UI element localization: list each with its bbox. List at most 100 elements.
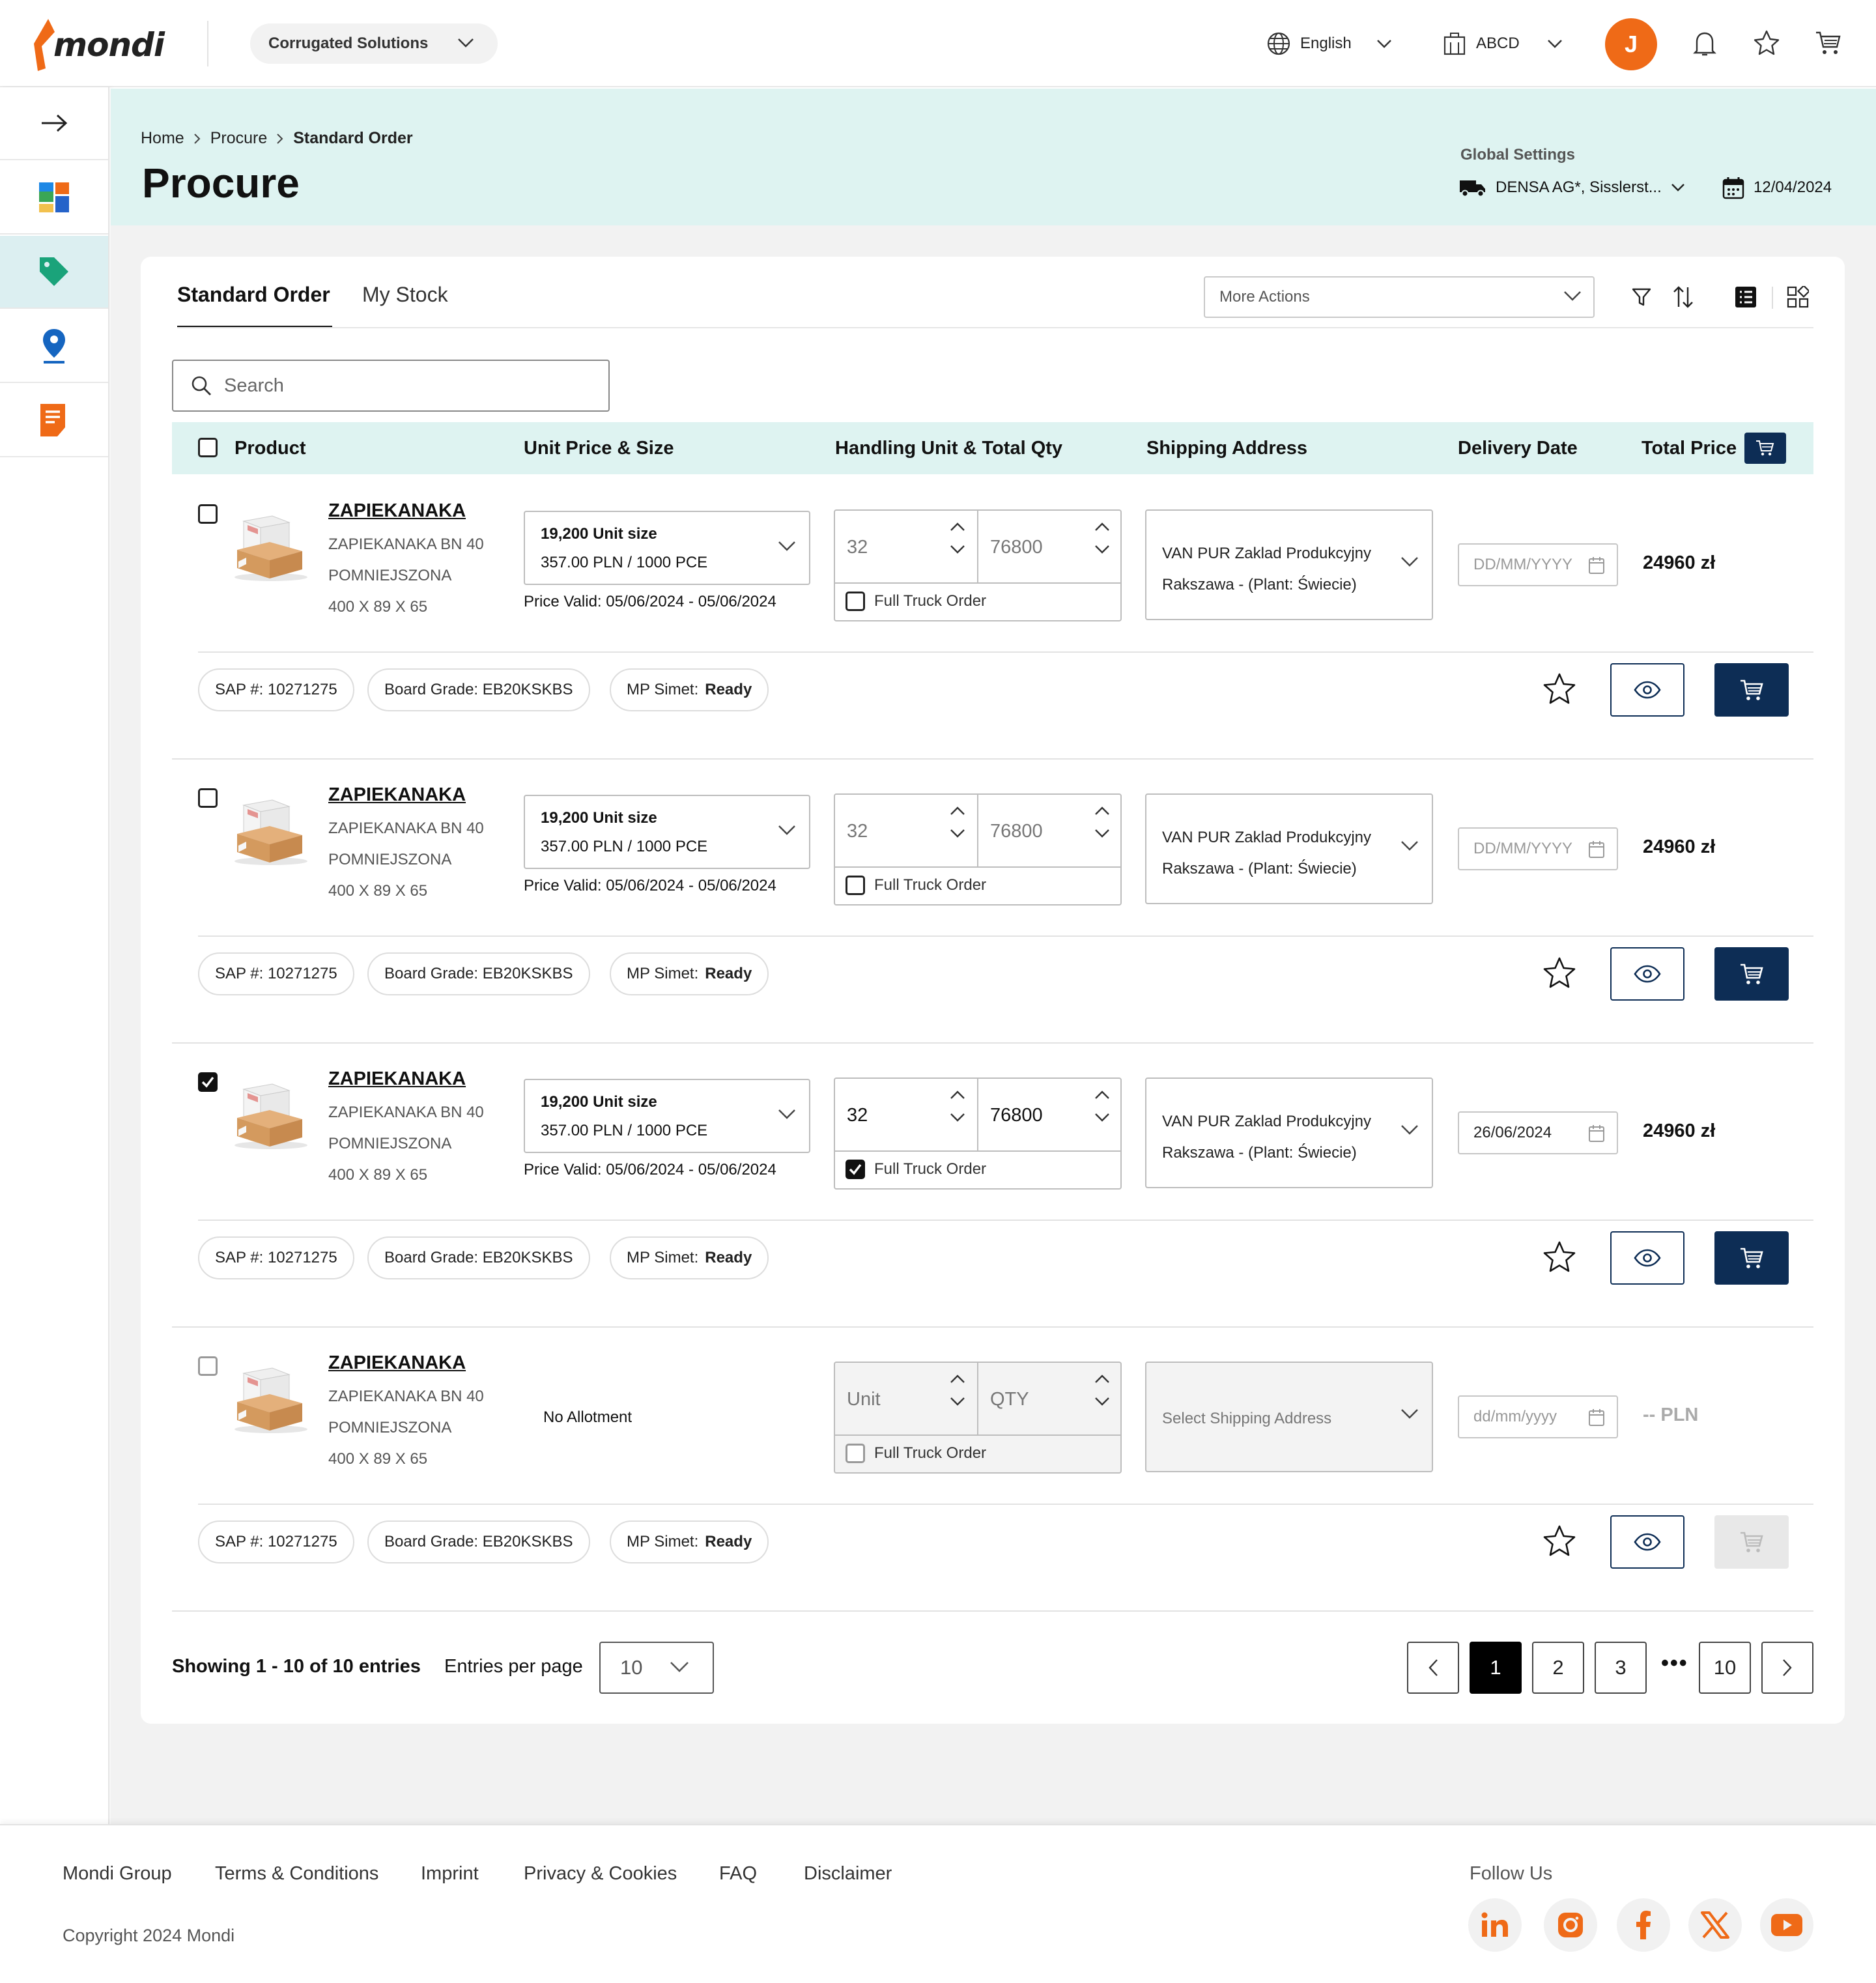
sidebar-item-locations[interactable] [0,310,108,383]
row-checkbox[interactable] [198,788,218,808]
stepper-arrows[interactable] [1094,806,1110,838]
sidebar-item-dashboard[interactable] [0,162,108,235]
footer-link-mondi-group[interactable]: Mondi Group [63,1863,172,1885]
entries-per-page-select[interactable]: 10 [599,1642,714,1694]
row-checkbox[interactable] [198,1072,218,1092]
delivery-date-input[interactable]: DD/MM/YYYY [1458,827,1618,870]
footer-link-disclaimer[interactable]: Disclaimer [804,1863,892,1885]
footer-link-imprint[interactable]: Imprint [421,1863,479,1885]
favorite-button[interactable] [1540,1522,1579,1561]
chevron-down-icon[interactable] [950,829,965,838]
handling-unit-stepper[interactable]: Unit [835,1363,978,1436]
sidebar-item-expand[interactable] [0,87,108,160]
select-all-checkbox[interactable] [198,438,218,457]
view-details-button[interactable] [1610,1515,1684,1569]
next-page-button[interactable] [1761,1642,1813,1694]
cart-icon[interactable] [1815,30,1842,56]
chevron-down-icon[interactable] [1094,545,1110,554]
chevron-up-icon[interactable] [950,1375,965,1384]
tab-standard-order[interactable]: Standard Order [177,283,332,328]
view-details-button[interactable] [1610,663,1684,717]
bell-icon[interactable] [1692,30,1717,57]
total-qty-stepper[interactable]: 76800 [978,795,1122,868]
shipping-address-select[interactable]: Select Shipping Address [1145,1362,1433,1472]
chevron-down-icon[interactable] [1094,1113,1110,1122]
product-name-link[interactable]: ZAPIEKANAKA [328,1068,466,1090]
chevron-up-icon[interactable] [950,1091,965,1100]
page-button[interactable]: 3 [1595,1642,1647,1694]
shipping-address-select[interactable]: VAN PUR Zaklad Produkcyjny Rakszawa - (P… [1145,793,1433,904]
more-actions-select[interactable]: More Actions [1204,276,1595,318]
filter-button[interactable] [1626,281,1657,313]
unit-price-select[interactable]: 19,200 Unit size 357.00 PLN / 1000 PCE [524,795,810,869]
favorite-button[interactable] [1540,1238,1579,1277]
business-unit-select[interactable]: Corrugated Solutions [250,23,498,64]
full-truck-order-option[interactable]: Full Truck Order [846,876,986,895]
full-truck-order-option[interactable]: Full Truck Order [846,592,986,611]
stepper-arrows[interactable] [950,806,965,838]
add-to-cart-button[interactable] [1714,947,1789,1001]
chevron-down-icon[interactable] [950,1397,965,1406]
chevron-up-icon[interactable] [950,522,965,532]
stepper-arrows[interactable] [950,1375,965,1406]
product-name-link[interactable]: ZAPIEKANAKA [328,784,466,806]
view-details-button[interactable] [1610,947,1684,1001]
mondi-logo[interactable]: mondi [29,16,165,74]
star-icon[interactable] [1752,29,1781,57]
stepper-arrows[interactable] [950,1091,965,1122]
shipping-address-select[interactable]: VAN PUR Zaklad Produkcyjny Rakszawa - (P… [1145,1077,1433,1188]
full-truck-checkbox[interactable] [846,592,865,611]
search-input[interactable]: Search [172,360,610,412]
avatar[interactable]: J [1605,18,1657,70]
view-details-button[interactable] [1610,1231,1684,1285]
sidebar-item-procure[interactable] [0,236,108,309]
add-to-cart-button[interactable] [1714,1515,1789,1569]
total-qty-stepper[interactable]: 76800 [978,511,1122,584]
unit-price-select[interactable]: 19,200 Unit size 357.00 PLN / 1000 PCE [524,1079,810,1153]
chevron-up-icon[interactable] [950,806,965,816]
language-select[interactable]: English [1266,29,1392,59]
breadcrumb-home[interactable]: Home [141,129,184,148]
handling-unit-stepper[interactable]: 32 [835,1079,978,1152]
page-button[interactable]: 1 [1470,1642,1522,1694]
list-view-button[interactable] [1730,281,1761,313]
full-truck-checkbox[interactable] [846,876,865,895]
chevron-down-icon[interactable] [1094,829,1110,838]
add-to-cart-button[interactable] [1714,663,1789,717]
global-date-picker[interactable]: 12/04/2024 [1722,175,1832,201]
row-checkbox[interactable] [198,1356,218,1376]
prev-page-button[interactable] [1407,1642,1459,1694]
facebook-link[interactable] [1617,1898,1670,1952]
linkedin-link[interactable] [1468,1898,1522,1952]
company-select[interactable]: ABCD [1442,29,1563,59]
chevron-up-icon[interactable] [1094,1375,1110,1384]
handling-unit-stepper[interactable]: 32 [835,511,978,584]
stepper-arrows[interactable] [1094,1375,1110,1406]
x-link[interactable] [1688,1898,1742,1952]
add-all-to-cart-button[interactable] [1744,433,1786,464]
instagram-link[interactable] [1544,1898,1597,1952]
stepper-arrows[interactable] [1094,522,1110,554]
sidebar-item-documents[interactable] [0,384,108,457]
delivery-date-input[interactable]: 26/06/2024 [1458,1111,1618,1154]
stepper-arrows[interactable] [1094,1091,1110,1122]
footer-link-privacy[interactable]: Privacy & Cookies [524,1863,677,1885]
stepper-arrows[interactable] [950,522,965,554]
footer-link-faq[interactable]: FAQ [719,1863,757,1885]
delivery-date-input[interactable]: DD/MM/YYYY [1458,543,1618,586]
full-truck-checkbox[interactable] [846,1444,865,1463]
product-name-link[interactable]: ZAPIEKANAKA [328,1352,466,1374]
row-checkbox[interactable] [198,504,218,524]
add-to-cart-button[interactable] [1714,1231,1789,1285]
page-button[interactable]: 2 [1532,1642,1584,1694]
product-name-link[interactable]: ZAPIEKANAKA [328,500,466,522]
tab-my-stock[interactable]: My Stock [362,283,448,328]
chevron-down-icon[interactable] [1094,1397,1110,1406]
chevron-down-icon[interactable] [950,545,965,554]
handling-unit-stepper[interactable]: 32 [835,795,978,868]
full-truck-checkbox[interactable] [846,1160,865,1179]
chevron-down-icon[interactable] [950,1113,965,1122]
page-button[interactable]: 10 [1699,1642,1751,1694]
sort-button[interactable] [1668,281,1699,313]
total-qty-stepper[interactable]: 76800 [978,1079,1122,1152]
